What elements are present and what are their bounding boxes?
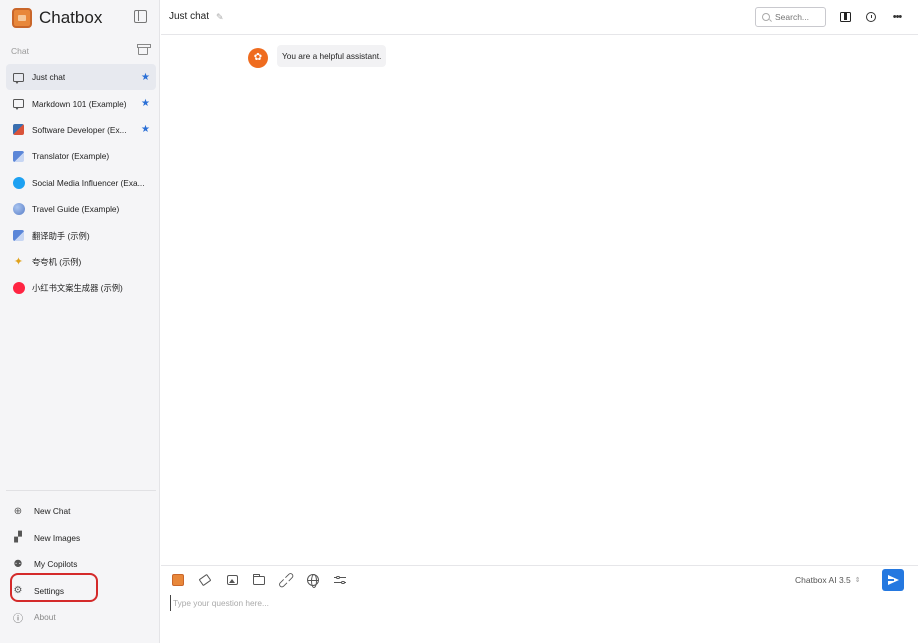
- new-chat-label: New Chat: [34, 506, 71, 517]
- settings-label: Settings: [34, 585, 64, 596]
- chatbox-logo-icon: [12, 8, 32, 28]
- translator-avatar-icon: [13, 230, 24, 242]
- history-button[interactable]: [863, 9, 879, 25]
- image-button[interactable]: [224, 572, 240, 588]
- divider: [6, 490, 156, 491]
- my-copilots-button[interactable]: ⚉ My Copilots: [6, 551, 156, 578]
- web-search-button[interactable]: [305, 572, 321, 588]
- more-horizontal-icon: •••: [892, 11, 903, 23]
- session-item[interactable]: ✦ 夸夸机 (示例): [6, 249, 156, 275]
- model-selector[interactable]: Chatbox AI 3.5 ⇕: [795, 575, 861, 585]
- sidebar: Chatbox Chat Just chat ★ Markdown 101 (E…: [0, 0, 160, 643]
- settings-sliders-button[interactable]: [332, 572, 348, 588]
- session-label: Markdown 101 (Example): [32, 98, 127, 109]
- chat-bubble-icon: [13, 72, 24, 84]
- about-label: About: [34, 612, 56, 623]
- app-name: Chatbox: [39, 8, 103, 27]
- archive-icon[interactable]: [137, 44, 151, 55]
- star-icon[interactable]: ★: [141, 72, 150, 83]
- gear-icon: ⚙: [13, 585, 23, 597]
- history-icon: [866, 12, 876, 22]
- plus-circle-icon: ⊕: [13, 505, 23, 517]
- copilot-button[interactable]: [170, 572, 186, 588]
- eraser-icon: [198, 573, 212, 587]
- sidebar-collapse-icon[interactable]: [134, 10, 147, 23]
- folder-icon: [253, 573, 265, 585]
- sparkle-avatar-icon: ✦: [13, 256, 24, 269]
- info-icon: ⓘ: [13, 613, 23, 625]
- model-name: Chatbox AI 3.5: [795, 575, 851, 585]
- message-row: You are a helpful assistant.: [248, 45, 387, 68]
- link-button[interactable]: ⊂⊃: [274, 568, 298, 592]
- image-brush-icon: ▞: [14, 532, 22, 544]
- session-list: Just chat ★ Markdown 101 (Example) ★ Sof…: [6, 64, 156, 302]
- star-icon[interactable]: ★: [141, 98, 150, 109]
- header: Just chat ✎ •••: [161, 0, 918, 35]
- globe-avatar-icon: [12, 203, 25, 216]
- composer-toolbar: ⊂⊃: [170, 568, 348, 592]
- chatbox-logo-icon: [172, 574, 184, 586]
- session-item[interactable]: 翻译助手 (示例): [6, 222, 156, 248]
- composer: ⊂⊃ Chatbox AI 3.5 ⇕: [161, 565, 918, 643]
- session-item[interactable]: 小红书文案生成器 (示例): [6, 275, 156, 301]
- send-button[interactable]: [882, 569, 904, 591]
- translator-avatar-icon: [13, 150, 24, 162]
- new-images-button[interactable]: ▞ New Images: [6, 525, 156, 552]
- session-item[interactable]: Markdown 101 (Example) ★: [6, 90, 156, 116]
- new-chat-button[interactable]: ⊕ New Chat: [6, 498, 156, 525]
- session-item[interactable]: Translator (Example): [6, 143, 156, 169]
- session-item[interactable]: Travel Guide (Example): [6, 196, 156, 222]
- chat-bubble-icon: [13, 99, 24, 111]
- search-icon: [762, 13, 770, 21]
- chevron-updown-icon: ⇕: [854, 577, 861, 584]
- sliders-icon: [334, 575, 346, 585]
- settings-button[interactable]: ⚙ Settings: [6, 578, 156, 605]
- session-label: 翻译助手 (示例): [32, 230, 90, 241]
- message-bubble: You are a helpful assistant.: [277, 45, 387, 67]
- message-input[interactable]: [170, 595, 870, 611]
- about-button[interactable]: ⓘ About: [6, 604, 156, 631]
- session-label: Social Media Influencer (Exa...: [32, 177, 145, 188]
- new-images-label: New Images: [34, 532, 81, 543]
- session-item[interactable]: Social Media Influencer (Exa...: [6, 170, 156, 196]
- xiaohongshu-avatar-icon: [12, 282, 25, 295]
- session-label: Just chat: [32, 72, 66, 83]
- section-title: Chat: [11, 46, 29, 56]
- send-icon: [887, 575, 899, 585]
- session-label: Software Developer (Ex...: [32, 124, 127, 135]
- developer-avatar-icon: [13, 124, 24, 136]
- twitter-avatar-icon: [12, 176, 25, 189]
- session-label: 小红书文案生成器 (示例): [32, 283, 123, 294]
- link-icon: ⊂⊃: [273, 567, 299, 593]
- search-input[interactable]: [775, 12, 823, 22]
- globe-icon: [307, 574, 319, 588]
- session-item[interactable]: Just chat ★: [6, 64, 156, 91]
- star-icon[interactable]: ★: [141, 124, 150, 135]
- image-icon: [226, 575, 238, 585]
- my-copilots-label: My Copilots: [34, 559, 78, 570]
- bottom-menu: ⊕ New Chat ▞ New Images ⚉ My Copilots ⚙ …: [6, 498, 156, 631]
- system-avatar-icon: [248, 48, 268, 68]
- session-label: Translator (Example): [32, 151, 110, 162]
- clear-button[interactable]: [197, 572, 213, 588]
- search-box[interactable]: [755, 7, 826, 27]
- session-item[interactable]: Software Developer (Ex... ★: [6, 117, 156, 143]
- toggle-layout-button[interactable]: [837, 9, 853, 25]
- session-label: Travel Guide (Example): [32, 204, 120, 215]
- pencil-icon[interactable]: ✎: [216, 12, 224, 23]
- layout-icon: [839, 12, 851, 22]
- session-label: 夸夸机 (示例): [32, 256, 82, 267]
- folder-button[interactable]: [251, 572, 267, 588]
- more-button[interactable]: •••: [889, 9, 905, 25]
- brand: Chatbox: [12, 6, 152, 30]
- robot-icon: ⚉: [13, 558, 23, 570]
- chat-title: Just chat: [169, 11, 210, 22]
